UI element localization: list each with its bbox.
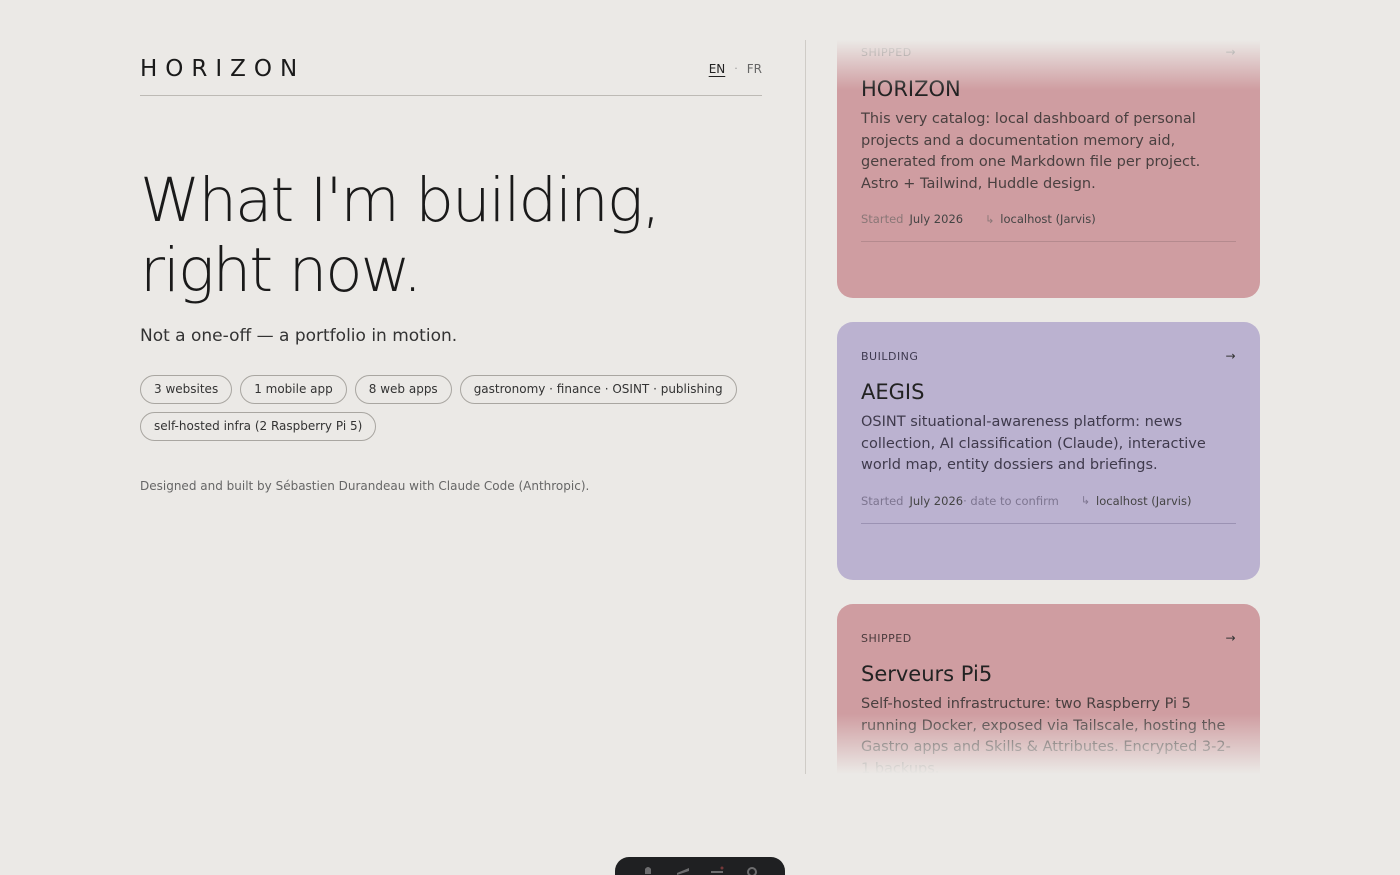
chip-domains: gastronomy · finance · OSINT · publishin… (459, 375, 737, 404)
lang-separator: · (734, 62, 738, 75)
started-date: July 2026 (909, 493, 964, 508)
bell-icon[interactable] (641, 865, 655, 875)
ruler-icon[interactable] (676, 865, 690, 875)
language-switcher: EN · FR (709, 62, 762, 76)
arrow-right-icon[interactable]: → (1225, 45, 1236, 59)
status-badge: SHIPPED (861, 45, 912, 59)
started-date: July 2026 (909, 212, 964, 226)
subtitle: Not a one-off — a portfolio in motion. (140, 326, 458, 346)
column-divider (805, 40, 806, 774)
chip-websites: 3 websites (140, 375, 233, 404)
card-header: SHIPPED → (861, 40, 1236, 59)
project-meta: Started July 2026 · date to confirm ↳ lo… (861, 494, 1236, 508)
gear-icon[interactable] (745, 865, 759, 875)
project-description: OSINT situational-awareness platform: ne… (861, 414, 1206, 473)
brand-logo[interactable]: HORIZON (140, 56, 305, 82)
project-description: Self-hosted infrastructure: two Raspberr… (861, 696, 1231, 774)
minus-icon[interactable] (710, 865, 724, 875)
project-card-horizon[interactable]: SHIPPED → HORIZON This very catalog: loc… (837, 40, 1260, 298)
arrow-right-icon[interactable]: → (1225, 349, 1236, 363)
status-badge: SHIPPED (861, 631, 912, 645)
top-bar: HORIZON EN · FR (140, 40, 762, 96)
host-info: ↳ localhost (Jarvis) (985, 212, 1096, 226)
card-divider (861, 241, 1236, 242)
card-header: SHIPPED → (861, 604, 1236, 645)
stats-chips: 3 websites 1 mobile app 8 web apps gastr… (140, 375, 740, 441)
title-line-2: right now. (140, 235, 422, 306)
project-description: This very catalog: local dashboard of pe… (861, 111, 1201, 192)
host-arrow-icon: ↳ (985, 212, 995, 226)
chip-infra: self-hosted infra (2 Raspberry Pi 5) (140, 412, 377, 441)
project-title[interactable]: AEGIS (861, 380, 1236, 404)
lang-en-link[interactable]: EN (709, 62, 726, 76)
credits: Designed and built by Sébastien Durandea… (140, 479, 590, 493)
project-card-aegis[interactable]: BUILDING → AEGIS OSINT situational-aware… (837, 322, 1260, 580)
status-badge: BUILDING (861, 349, 919, 363)
host-info: ↳ localhost (Jarvis) (1081, 494, 1192, 508)
card-header: BUILDING → (861, 322, 1236, 363)
page: HORIZON EN · FR What I'm building, right… (0, 0, 1400, 875)
card-divider (861, 522, 1236, 524)
project-title[interactable]: Serveurs Pi5 (861, 662, 1236, 686)
page-title: What I'm building, right now. (140, 166, 762, 306)
title-line-1: What I'm building, (140, 165, 661, 236)
project-meta: Started July 2026 ↳ localhost (Jarvis) (861, 212, 1236, 226)
project-card-serveurs-pi5[interactable]: SHIPPED → Serveurs Pi5 Self-hosted infra… (837, 604, 1260, 774)
bottom-dock[interactable] (615, 857, 785, 875)
started-note: · date to confirm (963, 493, 1059, 508)
project-title[interactable]: HORIZON (861, 77, 1236, 101)
chip-mobile-app: 1 mobile app (240, 375, 347, 404)
arrow-right-icon[interactable]: → (1225, 631, 1236, 645)
host-name: localhost (Jarvis) (1000, 212, 1096, 226)
lang-fr-link[interactable]: FR (747, 62, 762, 76)
host-name: localhost (Jarvis) (1096, 493, 1192, 508)
intro-column: HORIZON EN · FR What I'm building, right… (140, 40, 762, 493)
project-list[interactable]: SHIPPED → HORIZON This very catalog: loc… (837, 40, 1260, 774)
host-arrow-icon: ↳ (1080, 494, 1091, 507)
chip-web-apps: 8 web apps (354, 375, 452, 404)
started-label: Started (861, 212, 904, 226)
started-label: Started (861, 493, 904, 508)
